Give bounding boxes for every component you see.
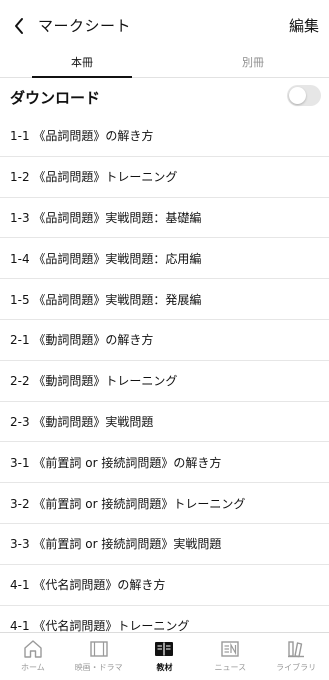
chevron-left-icon xyxy=(15,18,23,34)
tab-main-book[interactable]: 本冊 xyxy=(32,54,132,70)
list-item[interactable]: 1-3 《品詞問題》実戦問題：基礎編 xyxy=(0,198,329,239)
bottom-tab-bar: ホーム 映画・ドラマ 教材 ニュース ライブラリ xyxy=(0,632,329,680)
tabbar-item-news[interactable]: ニュース xyxy=(197,633,263,680)
book-icon xyxy=(153,638,175,660)
home-icon xyxy=(22,638,44,660)
list-item[interactable]: 2-2 《動詞問題》トレーニング xyxy=(0,361,329,402)
list-item[interactable]: 4-1 《代名詞問題》の解き方 xyxy=(0,565,329,606)
tabbar-label: 教材 xyxy=(156,663,173,672)
tabbar-item-home[interactable]: ホーム xyxy=(0,633,66,680)
list-item[interactable]: 1-5 《品詞問題》実戦問題：発展編 xyxy=(0,279,329,320)
list-item[interactable]: 1-4 《品詞問題》実戦問題：応用編 xyxy=(0,238,329,280)
tabbar-label: ニュース xyxy=(214,663,247,672)
download-row: ダウンロード xyxy=(0,78,329,116)
tab-separate-book[interactable]: 別冊 xyxy=(203,54,303,70)
edit-button[interactable]: 編集 xyxy=(289,15,319,36)
download-toggle[interactable] xyxy=(287,85,321,106)
header: マークシート 編集 xyxy=(0,0,329,52)
tabbar-item-library[interactable]: ライブラリ xyxy=(263,633,329,680)
film-icon xyxy=(88,638,110,660)
list-item[interactable]: 3-1 《前置詞 or 接続詞問題》の解き方 xyxy=(0,442,329,484)
tabbar-item-materials[interactable]: 教材 xyxy=(132,633,198,680)
library-icon xyxy=(285,638,307,660)
toggle-knob xyxy=(289,87,306,104)
news-icon xyxy=(219,638,241,660)
tabbar-item-movies[interactable]: 映画・ドラマ xyxy=(66,633,132,680)
segment-tabs: 本冊 別冊 xyxy=(0,50,329,78)
tabbar-label: ライブラリ xyxy=(276,663,317,672)
tabbar-label: 映画・ドラマ xyxy=(74,663,123,672)
list-item[interactable]: 3-2 《前置詞 or 接続詞問題》トレーニング xyxy=(0,483,329,524)
list-item[interactable]: 2-1 《動詞問題》の解き方 xyxy=(0,320,329,361)
list-item[interactable]: 1-2 《品詞問題》トレーニング xyxy=(0,157,329,198)
list-item[interactable]: 1-1 《品詞問題》の解き方 xyxy=(0,116,329,157)
page-title: マークシート xyxy=(38,17,132,35)
list-item[interactable]: 2-3 《動詞問題》実戦問題 xyxy=(0,402,329,443)
list-item[interactable]: 3-3 《前置詞 or 接続詞問題》実戦問題 xyxy=(0,524,329,565)
download-label: ダウンロード xyxy=(10,89,101,107)
back-button[interactable] xyxy=(8,14,30,38)
lesson-list: 1-1 《品詞問題》の解き方 1-2 《品詞問題》トレーニング 1-3 《品詞問… xyxy=(0,116,329,646)
tabbar-label: ホーム xyxy=(21,663,45,672)
